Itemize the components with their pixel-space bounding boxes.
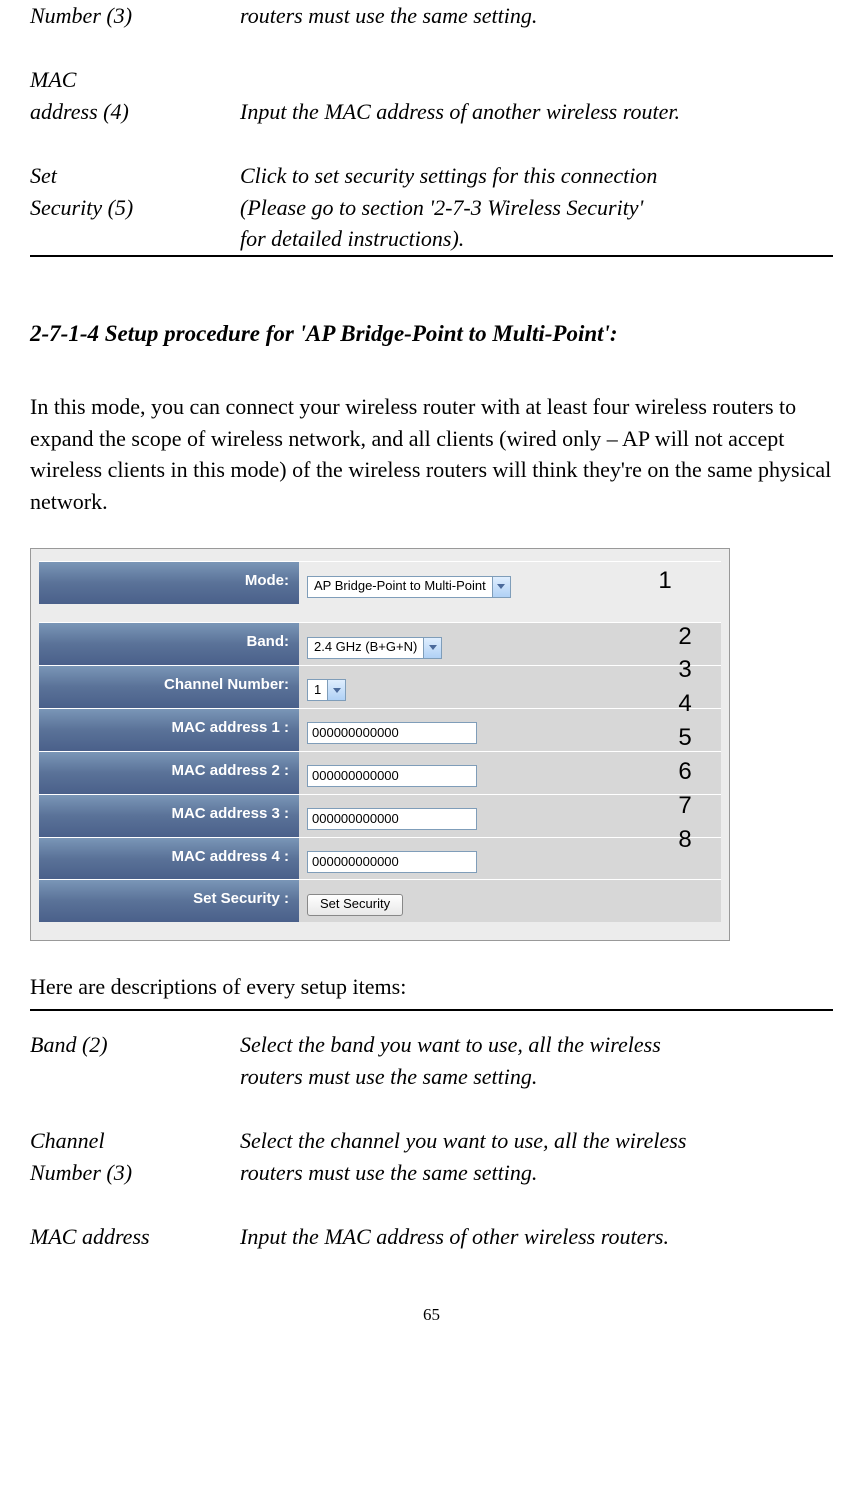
chevron-down-icon [327,680,345,700]
label-mode: Mode: [39,561,299,604]
def-desc: routers must use the same setting. [240,1064,537,1089]
def-row-mac: MAC [30,64,833,96]
mac2-input[interactable]: 000000000000 [307,765,477,787]
label-mac1: MAC address 1 : [39,708,299,751]
annotation-3: 3 [670,653,700,688]
chevron-down-icon [492,577,510,597]
def-row-security-c: for detailed instructions). [30,223,833,255]
def-desc: (Please go to section '2-7-3 Wireless Se… [240,195,643,220]
annotation-6: 6 [670,755,700,790]
row-mac2: MAC address 2 : 000000000000 [39,751,721,794]
label-security: Set Security : [39,879,299,922]
def-desc: routers must use the same setting. [240,3,537,28]
annotation-4: 4 [670,687,700,722]
label-mac4: MAC address 4 : [39,837,299,880]
def-label: Channel [30,1128,105,1153]
def-row-channel: Channel Select the channel you want to u… [30,1125,833,1157]
label-mac3: MAC address 3 : [39,794,299,837]
def-label: MAC [30,67,76,92]
page-number: 65 [30,1303,833,1328]
set-security-button[interactable]: Set Security [307,894,403,916]
def-desc: Select the band you want to use, all the… [240,1032,661,1057]
annotation-8: 8 [670,823,700,858]
channel-select[interactable]: 1 [307,679,346,701]
label-band: Band: [39,622,299,665]
annotation-5: 5 [670,721,700,756]
def-label: Band (2) [30,1032,108,1057]
row-security: Set Security : Set Security [39,879,721,922]
config-screenshot-wrap: Mode: AP Bridge-Point to Multi-Point Ban… [30,548,833,941]
annotation-2: 2 [670,620,700,655]
def-row-mac-bottom: MAC address Input the MAC address of oth… [30,1221,833,1253]
def-row-band-b: routers must use the same setting. [30,1061,833,1093]
mode-select-text: AP Bridge-Point to Multi-Point [308,577,492,596]
def-label: Number (3) [30,3,132,28]
mac4-input[interactable]: 000000000000 [307,851,477,873]
mac1-input[interactable]: 000000000000 [307,722,477,744]
def-row-channel-b: Number (3) routers must use the same set… [30,1157,833,1189]
def-desc: Click to set security settings for this … [240,163,657,188]
def-desc: Select the channel you want to use, all … [240,1128,686,1153]
chevron-down-icon [423,638,441,658]
label-mac2: MAC address 2 : [39,751,299,794]
desc-intro: Here are descriptions of every setup ite… [30,971,833,1003]
def-row-band: Band (2) Select the band you want to use… [30,1029,833,1061]
config-screenshot: Mode: AP Bridge-Point to Multi-Point Ban… [30,548,730,941]
mac3-input[interactable]: 000000000000 [307,808,477,830]
intro-paragraph: In this mode, you can connect your wirel… [30,391,833,519]
def-label: Security (5) [30,195,133,220]
band-select[interactable]: 2.4 GHz (B+G+N) [307,637,442,659]
def-desc: Input the MAC address of other wireless … [240,1224,669,1249]
row-mac1: MAC address 1 : 000000000000 [39,708,721,751]
def-label: address (4) [30,99,129,124]
def-label: Number (3) [30,1160,132,1185]
channel-select-text: 1 [308,681,327,700]
divider [30,255,833,257]
band-select-text: 2.4 GHz (B+G+N) [308,638,423,657]
row-mode: Mode: AP Bridge-Point to Multi-Point [39,561,721,604]
def-desc: routers must use the same setting. [240,1160,537,1185]
row-mac3: MAC address 3 : 000000000000 [39,794,721,837]
annotation-7: 7 [670,789,700,824]
row-channel: Channel Number: 1 [39,665,721,708]
def-label: MAC address [30,1224,150,1249]
def-row-mac-b: address (4) Input the MAC address of ano… [30,96,833,128]
def-label: Set [30,163,57,188]
row-mac4: MAC address 4 : 000000000000 [39,837,721,880]
mode-select[interactable]: AP Bridge-Point to Multi-Point [307,576,511,598]
def-row-security-b: Security (5) (Please go to section '2-7-… [30,192,833,224]
def-desc: Input the MAC address of another wireles… [240,99,680,124]
row-band: Band: 2.4 GHz (B+G+N) [39,622,721,665]
def-desc: for detailed instructions). [240,226,464,251]
annotation-1: 1 [650,564,680,599]
label-channel: Channel Number: [39,665,299,708]
def-row-security: Set Click to set security settings for t… [30,160,833,192]
section-heading: 2-7-1-4 Setup procedure for 'AP Bridge-P… [30,317,833,350]
def-row-number: Number (3) routers must use the same set… [30,0,833,32]
